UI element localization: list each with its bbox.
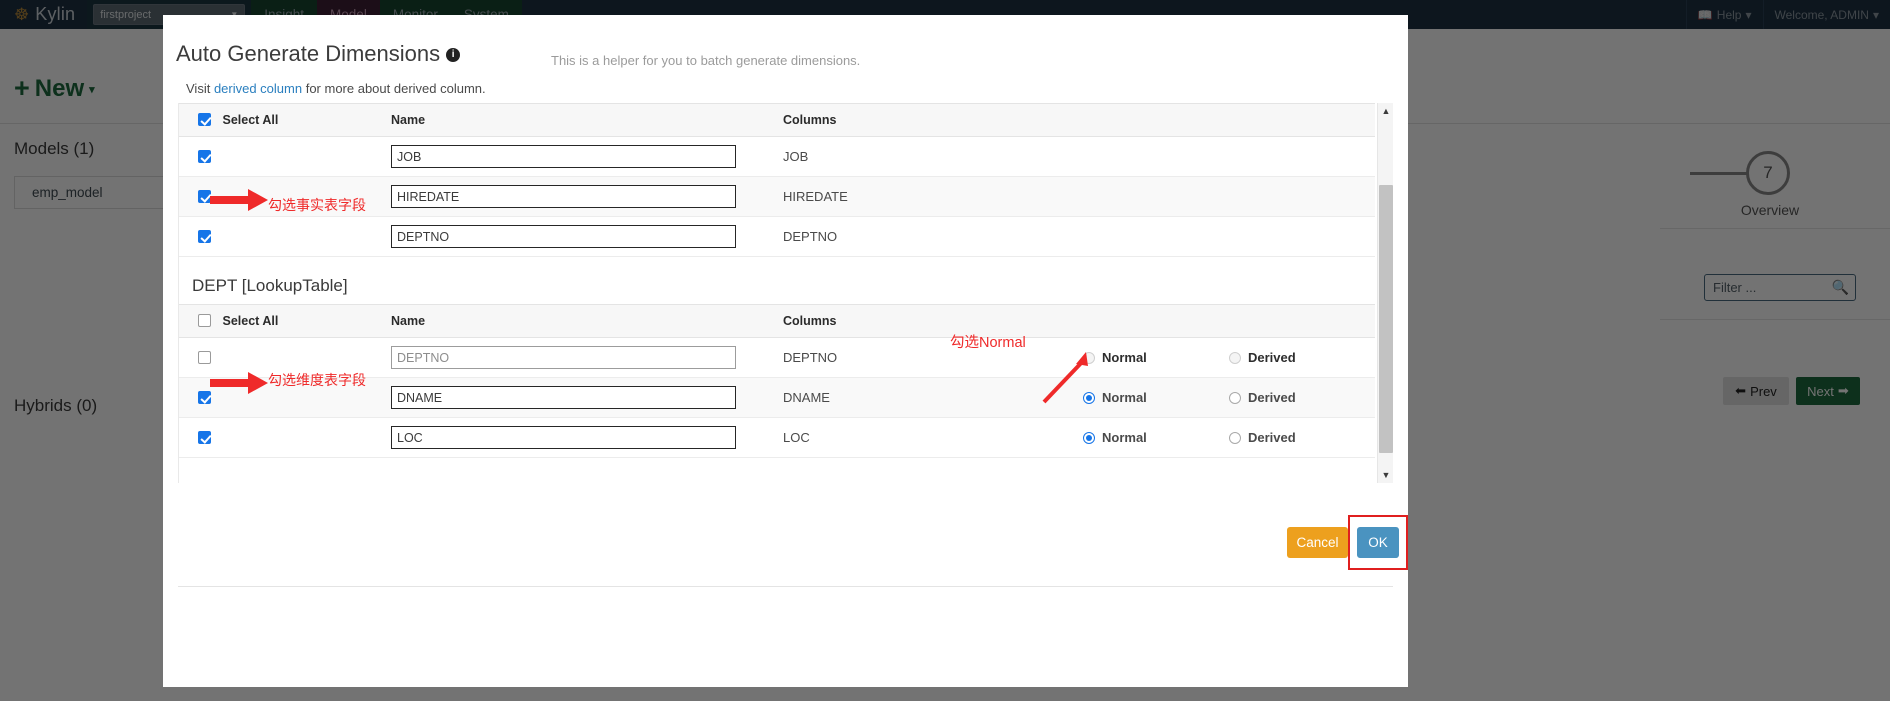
header-name: Name bbox=[391, 103, 783, 137]
ok-button[interactable]: OK bbox=[1357, 527, 1399, 558]
info-icon[interactable]: i bbox=[446, 47, 461, 62]
derived-radio[interactable] bbox=[1229, 432, 1241, 444]
row-column-cell: DEPTNO bbox=[783, 216, 1083, 257]
row-checkbox-cell bbox=[179, 216, 391, 257]
dialog-note: Visit derived column for more about deri… bbox=[186, 81, 486, 96]
dialog-subtitle: This is a helper for you to batch genera… bbox=[551, 53, 861, 68]
derived-label: Derived bbox=[1248, 350, 1296, 365]
normal-label: Normal bbox=[1102, 350, 1147, 365]
table-row: LOC Normal Derived bbox=[179, 417, 1375, 458]
header-spacer-normal bbox=[1083, 103, 1229, 137]
cancel-button[interactable]: Cancel bbox=[1287, 527, 1348, 558]
annotation-fact-fields: 勾选事实表字段 bbox=[268, 197, 366, 213]
row-name-cell bbox=[391, 377, 783, 418]
select-all-label: Select All bbox=[222, 314, 279, 328]
annotation-arrow-1 bbox=[210, 189, 268, 211]
dimension-name-input[interactable] bbox=[391, 225, 736, 248]
dimensions-scroll-pane[interactable]: Select All Name Columns JOB JOB HIREDATE… bbox=[178, 103, 1393, 483]
row-name-cell bbox=[391, 176, 783, 217]
table-header-row: Select All Name Columns bbox=[179, 103, 1375, 137]
normal-radio[interactable] bbox=[1083, 432, 1095, 444]
table-header-row: Select All Name Columns bbox=[179, 304, 1375, 338]
dimension-name-input[interactable] bbox=[391, 145, 736, 168]
scrollbar-thumb[interactable] bbox=[1379, 185, 1393, 453]
header-select-all-cell: Select All bbox=[179, 304, 391, 338]
table-row: JOB bbox=[179, 136, 1375, 177]
row-checkbox-cell bbox=[179, 417, 391, 458]
lookup-select-all-checkbox[interactable] bbox=[198, 314, 211, 327]
dimension-name-input[interactable] bbox=[391, 185, 736, 208]
annotation-normal: 勾选Normal bbox=[950, 335, 1026, 351]
row-normal-cell bbox=[1083, 216, 1229, 257]
header-columns: Columns bbox=[783, 304, 1083, 338]
row-checkbox[interactable] bbox=[198, 230, 211, 243]
vertical-scrollbar[interactable]: ▲ ▼ bbox=[1377, 103, 1393, 483]
derived-column-link[interactable]: derived column bbox=[214, 81, 302, 96]
dialog-note-suffix: for more about derived column. bbox=[302, 81, 486, 96]
derived-radio[interactable] bbox=[1229, 392, 1241, 404]
normal-label: Normal bbox=[1102, 430, 1147, 445]
row-checkbox-cell bbox=[179, 136, 391, 177]
header-spacer-normal bbox=[1083, 304, 1229, 338]
dialog-note-prefix: Visit bbox=[186, 81, 214, 96]
row-column-cell: HIREDATE bbox=[783, 176, 1083, 217]
row-derived-cell bbox=[1229, 216, 1375, 257]
annotation-arrow-2 bbox=[210, 372, 268, 394]
chevron-down-icon[interactable]: ▼ bbox=[1378, 467, 1393, 483]
row-column-cell: LOC bbox=[783, 417, 1083, 458]
row-name-cell bbox=[391, 136, 783, 177]
row-name-cell bbox=[391, 337, 783, 378]
dialog-title: Auto Generate Dimensions i bbox=[176, 41, 461, 67]
dimension-name-input[interactable] bbox=[391, 346, 736, 369]
select-all-label: Select All bbox=[222, 113, 279, 127]
table-row: DEPTNO bbox=[179, 216, 1375, 257]
derived-label: Derived bbox=[1248, 390, 1296, 405]
row-normal-cell bbox=[1083, 136, 1229, 177]
row-derived-cell bbox=[1229, 176, 1375, 217]
row-normal-cell[interactable]: Normal bbox=[1083, 337, 1229, 378]
header-spacer-derived bbox=[1229, 304, 1375, 338]
dialog-footer bbox=[163, 483, 1408, 687]
header-name: Name bbox=[391, 304, 783, 338]
row-derived-cell bbox=[1229, 136, 1375, 177]
header-columns: Columns bbox=[783, 103, 1083, 137]
header-select-all-cell: Select All bbox=[179, 103, 391, 137]
derived-label: Derived bbox=[1248, 430, 1296, 445]
row-name-cell bbox=[391, 216, 783, 257]
dimension-name-input[interactable] bbox=[391, 386, 736, 409]
normal-label: Normal bbox=[1102, 390, 1147, 405]
row-normal-cell[interactable]: Normal bbox=[1083, 417, 1229, 458]
row-derived-cell[interactable]: Derived bbox=[1229, 337, 1375, 378]
row-checkbox[interactable] bbox=[198, 150, 211, 163]
derived-radio[interactable] bbox=[1229, 352, 1241, 364]
row-column-cell: JOB bbox=[783, 136, 1083, 177]
dimension-name-input[interactable] bbox=[391, 426, 736, 449]
fact-table-dimensions: Select All Name Columns JOB JOB HIREDATE… bbox=[179, 103, 1375, 257]
row-normal-cell bbox=[1083, 176, 1229, 217]
dialog-title-text: Auto Generate Dimensions bbox=[176, 41, 441, 66]
fact-select-all-checkbox[interactable] bbox=[198, 113, 211, 126]
chevron-up-icon[interactable]: ▲ bbox=[1378, 103, 1393, 119]
row-checkbox[interactable] bbox=[198, 351, 211, 364]
auto-generate-dimensions-dialog: Auto Generate Dimensions i This is a help… bbox=[163, 15, 1408, 687]
row-derived-cell[interactable]: Derived bbox=[1229, 417, 1375, 458]
dialog-header: Auto Generate Dimensions i This is a help… bbox=[163, 15, 1408, 103]
lookup-table-title: DEPT [LookupTable] bbox=[192, 276, 348, 295]
row-column-cell: DEPTNO bbox=[783, 337, 1083, 378]
dialog-body: Select All Name Columns JOB JOB HIREDATE… bbox=[178, 103, 1393, 483]
row-checkbox[interactable] bbox=[198, 431, 211, 444]
row-derived-cell[interactable]: Derived bbox=[1229, 377, 1375, 418]
row-normal-cell[interactable]: Normal bbox=[1083, 377, 1229, 418]
row-column-cell: DNAME bbox=[783, 377, 1083, 418]
header-spacer-derived bbox=[1229, 103, 1375, 137]
row-name-cell bbox=[391, 417, 783, 458]
screen-root: ☸ Kylin firstproject ▼ Insight Model Mon… bbox=[0, 0, 1890, 701]
annotation-lookup-fields: 勾选维度表字段 bbox=[268, 372, 366, 388]
annotation-arrow-3 bbox=[1042, 352, 1088, 404]
divider bbox=[178, 586, 1393, 587]
